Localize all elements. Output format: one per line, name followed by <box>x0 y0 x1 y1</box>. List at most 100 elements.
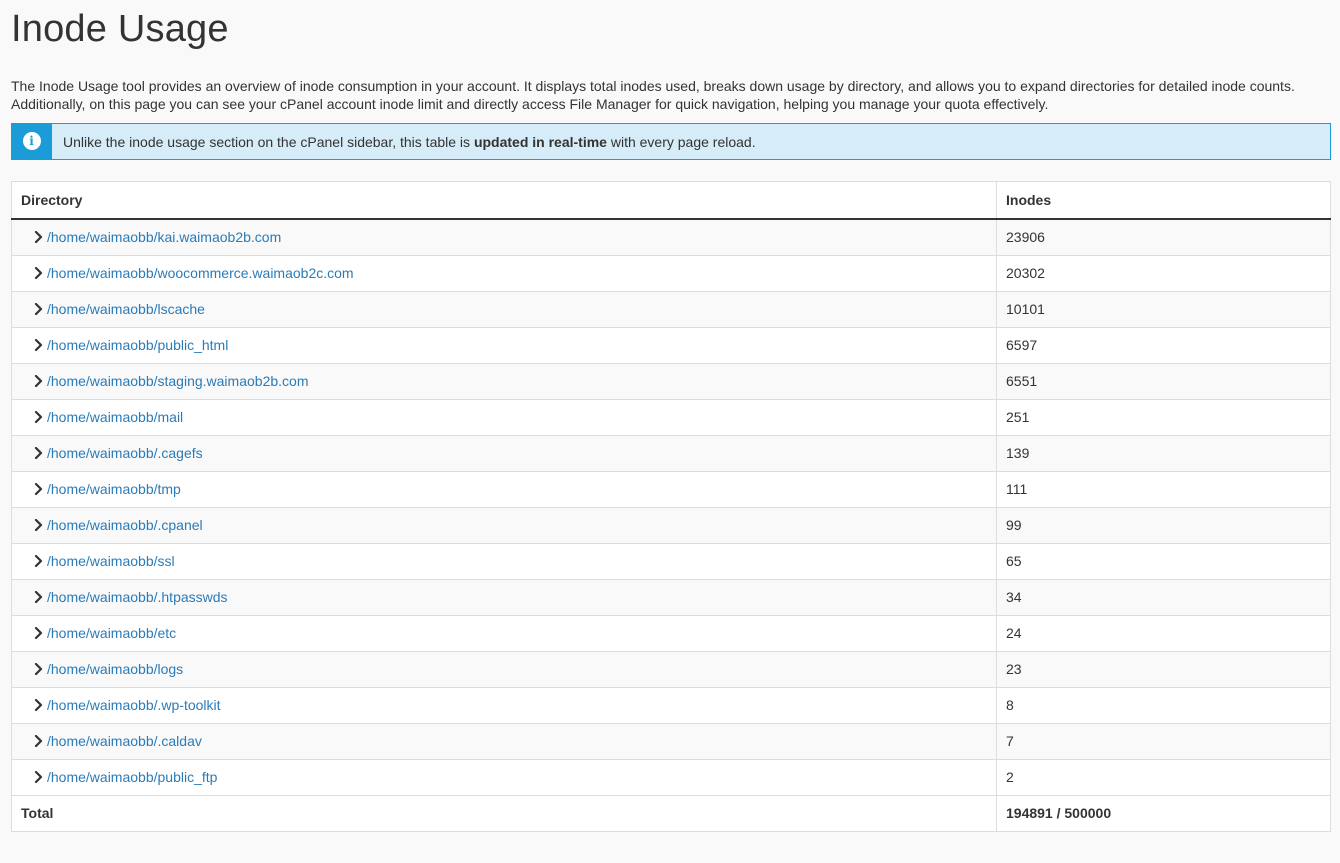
chevron-right-icon[interactable] <box>31 590 45 604</box>
directory-cell-content: /home/waimaobb/.cagefs <box>21 445 987 461</box>
directory-cell-content: /home/waimaobb/logs <box>21 661 987 677</box>
directory-cell: /home/waimaobb/tmp <box>11 470 997 508</box>
directory-cell: /home/waimaobb/.caldav <box>11 722 997 760</box>
table-row: /home/waimaobb/ssl 65 <box>11 542 1331 580</box>
chevron-right-icon[interactable] <box>31 518 45 532</box>
table-row: /home/waimaobb/mail 251 <box>11 398 1331 436</box>
directory-link[interactable]: /home/waimaobb/.cagefs <box>47 445 203 461</box>
inodes-cell: 24 <box>996 614 1331 652</box>
chevron-right-icon[interactable] <box>31 374 45 388</box>
directory-link[interactable]: /home/waimaobb/public_ftp <box>47 769 217 785</box>
directory-cell: /home/waimaobb/kai.waimaob2b.com <box>11 218 997 256</box>
directory-cell-content: /home/waimaobb/tmp <box>21 481 987 497</box>
directory-link[interactable]: /home/waimaobb/staging.waimaob2b.com <box>47 373 308 389</box>
table-row: /home/waimaobb/woocommerce.waimaob2c.com… <box>11 254 1331 292</box>
directory-cell: /home/waimaobb/.wp-toolkit <box>11 686 997 724</box>
inodes-cell: 6597 <box>996 326 1331 364</box>
directory-cell-content: /home/waimaobb/mail <box>21 409 987 425</box>
table-row: /home/waimaobb/.wp-toolkit 8 <box>11 686 1331 724</box>
alert-text: Unlike the inode usage section on the cP… <box>63 134 756 150</box>
inodes-cell: 23 <box>996 650 1331 688</box>
directory-link[interactable]: /home/waimaobb/public_html <box>47 337 228 353</box>
table-row: /home/waimaobb/etc 24 <box>11 614 1331 652</box>
directory-link[interactable]: /home/waimaobb/ssl <box>47 553 175 569</box>
inodes-cell: 65 <box>996 542 1331 580</box>
directory-cell-content: /home/waimaobb/.htpasswds <box>21 589 987 605</box>
inode-usage-table: Directory Inodes /home/waimaobb/kai.waim… <box>11 181 1331 832</box>
chevron-right-icon[interactable] <box>31 626 45 640</box>
directory-link[interactable]: /home/waimaobb/.caldav <box>47 733 202 749</box>
directory-link[interactable]: /home/waimaobb/woocommerce.waimaob2c.com <box>47 265 354 281</box>
chevron-right-icon[interactable] <box>31 734 45 748</box>
directory-link[interactable]: /home/waimaobb/mail <box>47 409 183 425</box>
directory-cell: /home/waimaobb/logs <box>11 650 997 688</box>
alert-text-before: Unlike the inode usage section on the cP… <box>63 133 474 150</box>
directory-link[interactable]: /home/waimaobb/.htpasswds <box>47 589 228 605</box>
directory-cell: /home/waimaobb/.cagefs <box>11 434 997 472</box>
directory-cell: /home/waimaobb/mail <box>11 398 997 436</box>
table-header-row: Directory Inodes <box>11 181 1331 220</box>
chevron-right-icon[interactable] <box>31 446 45 460</box>
chevron-right-icon[interactable] <box>31 698 45 712</box>
inodes-cell: 34 <box>996 578 1331 616</box>
directory-cell-content: /home/waimaobb/public_ftp <box>21 769 987 785</box>
directory-cell: /home/waimaobb/public_ftp <box>11 758 997 796</box>
chevron-right-icon[interactable] <box>31 662 45 676</box>
directory-link[interactable]: /home/waimaobb/tmp <box>47 481 181 497</box>
inodes-cell: 139 <box>996 434 1331 472</box>
alert-text-bold: updated in real-time <box>473 133 607 150</box>
alert-icon-box: i <box>11 122 52 160</box>
chevron-right-icon[interactable] <box>31 302 45 316</box>
table-row: /home/waimaobb/.cpanel 99 <box>11 506 1331 544</box>
inodes-cell: 23906 <box>996 218 1331 256</box>
directory-cell-content: /home/waimaobb/staging.waimaob2b.com <box>21 373 987 389</box>
chevron-right-icon[interactable] <box>31 266 45 280</box>
table-row: /home/waimaobb/.caldav 7 <box>11 722 1331 760</box>
directory-link[interactable]: /home/waimaobb/logs <box>47 661 183 677</box>
table-row: /home/waimaobb/tmp 111 <box>11 470 1331 508</box>
directory-cell: /home/waimaobb/staging.waimaob2b.com <box>11 362 997 400</box>
directory-cell-content: /home/waimaobb/ssl <box>21 553 987 569</box>
table-row: /home/waimaobb/kai.waimaob2b.com 23906 <box>11 218 1331 256</box>
table-row: /home/waimaobb/.htpasswds 34 <box>11 578 1331 616</box>
table-row: /home/waimaobb/.cagefs 139 <box>11 434 1331 472</box>
directory-cell-content: /home/waimaobb/.wp-toolkit <box>21 697 987 713</box>
directory-link[interactable]: /home/waimaobb/kai.waimaob2b.com <box>47 229 281 245</box>
chevron-right-icon[interactable] <box>31 482 45 496</box>
directory-link[interactable]: /home/waimaobb/lscache <box>47 301 205 317</box>
directory-cell: /home/waimaobb/public_html <box>11 326 997 364</box>
table-row: /home/waimaobb/staging.waimaob2b.com 6551 <box>11 362 1331 400</box>
directory-cell: /home/waimaobb/woocommerce.waimaob2c.com <box>11 254 997 292</box>
directory-cell-content: /home/waimaobb/.cpanel <box>21 517 987 533</box>
directory-link[interactable]: /home/waimaobb/.cpanel <box>47 517 203 533</box>
total-label: Total <box>11 794 997 832</box>
inodes-cell: 111 <box>996 470 1331 508</box>
table-row: /home/waimaobb/lscache 10101 <box>11 290 1331 328</box>
table-row: /home/waimaobb/public_ftp 2 <box>11 758 1331 796</box>
directory-column-header[interactable]: Directory <box>11 181 997 220</box>
directory-cell-content: /home/waimaobb/woocommerce.waimaob2c.com <box>21 265 987 281</box>
directory-link[interactable]: /home/waimaobb/.wp-toolkit <box>47 697 221 713</box>
total-value: 194891 / 500000 <box>996 794 1331 832</box>
directory-cell-content: /home/waimaobb/etc <box>21 625 987 641</box>
inodes-cell: 8 <box>996 686 1331 724</box>
directory-cell: /home/waimaobb/.cpanel <box>11 506 997 544</box>
chevron-right-icon[interactable] <box>31 410 45 424</box>
page-title: Inode Usage <box>11 8 229 50</box>
inodes-cell: 99 <box>996 506 1331 544</box>
chevron-right-icon[interactable] <box>31 770 45 784</box>
directory-cell: /home/waimaobb/lscache <box>11 290 997 328</box>
inodes-column-header[interactable]: Inodes <box>996 181 1331 220</box>
directory-cell: /home/waimaobb/ssl <box>11 542 997 580</box>
alert-text-after: with every page reload. <box>606 133 756 150</box>
total-row: Total 194891 / 500000 <box>11 794 1331 832</box>
directory-cell: /home/waimaobb/etc <box>11 614 997 652</box>
directory-cell-content: /home/waimaobb/public_html <box>21 337 987 353</box>
chevron-right-icon[interactable] <box>31 338 45 352</box>
chevron-right-icon[interactable] <box>31 230 45 244</box>
table-row: /home/waimaobb/public_html 6597 <box>11 326 1331 364</box>
directory-cell-content: /home/waimaobb/kai.waimaob2b.com <box>21 229 987 245</box>
directory-link[interactable]: /home/waimaobb/etc <box>47 625 176 641</box>
chevron-right-icon[interactable] <box>31 554 45 568</box>
table-body: /home/waimaobb/kai.waimaob2b.com 23906/ho… <box>11 218 1331 796</box>
